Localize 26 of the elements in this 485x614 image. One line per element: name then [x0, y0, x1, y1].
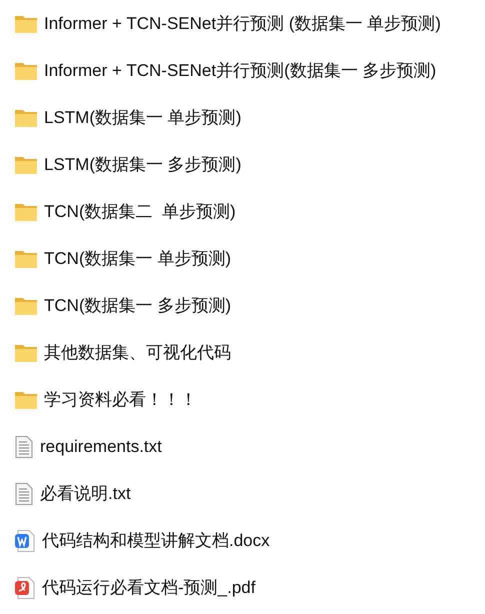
file-name[interactable]: 学习资料必看！！！ [44, 388, 197, 411]
file-name[interactable]: Informer + TCN-SENet并行预测 (数据集一 单步预测) [44, 12, 441, 35]
folder-icon [15, 202, 37, 220]
pdf-icon [15, 576, 35, 598]
file-name[interactable]: LSTM(数据集一 多步预测) [44, 153, 242, 176]
file-name[interactable]: 代码结构和模型讲解文档.docx [42, 529, 270, 552]
file-name[interactable]: TCN(数据集二 单步预测) [44, 200, 236, 223]
folder-icon [15, 344, 37, 362]
file-name[interactable]: requirements.txt [40, 436, 162, 456]
folder-icon [15, 296, 37, 314]
file-name[interactable]: 必看说明.txt [40, 482, 131, 505]
file-name[interactable]: 代码运行必看文档-预测_.pdf [42, 576, 256, 599]
text-file-icon [15, 482, 33, 504]
file-name[interactable]: LSTM(数据集一 单步预测) [44, 106, 242, 129]
folder-icon [15, 390, 37, 408]
folder-icon [15, 108, 37, 126]
document-icon [15, 530, 35, 552]
text-file-icon [15, 436, 33, 458]
file-name[interactable]: 其他数据集、可视化代码 [44, 341, 231, 364]
folder-icon [15, 62, 37, 80]
folder-icon [15, 14, 37, 32]
folder-icon [15, 250, 37, 268]
file-name[interactable]: TCN(数据集一 多步预测) [44, 294, 231, 317]
file-name[interactable]: TCN(数据集一 单步预测) [44, 247, 231, 270]
file-name[interactable]: Informer + TCN-SENet并行预测(数据集一 多步预测) [44, 59, 436, 82]
folder-icon [15, 156, 37, 174]
